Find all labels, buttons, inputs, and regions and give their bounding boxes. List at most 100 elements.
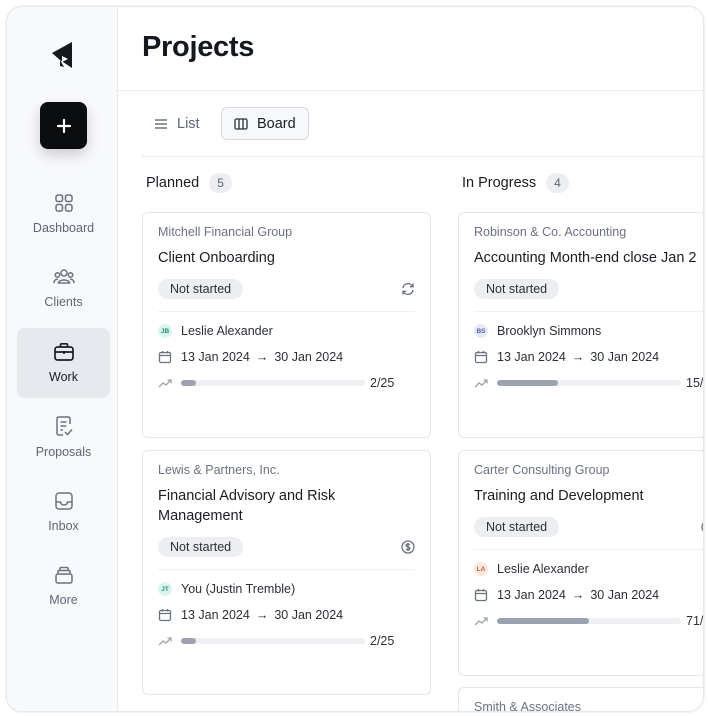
assignee-row: JT You (Justin Tremble) bbox=[158, 582, 295, 596]
progress-row: 2/25 bbox=[158, 634, 394, 648]
assignee-row: JB Leslie Alexander bbox=[158, 324, 273, 338]
card-title: Training and Development bbox=[474, 488, 644, 504]
refresh-icon[interactable] bbox=[401, 282, 415, 296]
assignee-name: Brooklyn Simmons bbox=[497, 324, 602, 338]
end-date: 30 Jan 2024 bbox=[590, 350, 660, 364]
sidebar-item-dashboard[interactable]: Dashboard bbox=[17, 179, 110, 249]
status-badge: Not started bbox=[158, 537, 244, 557]
progress-text: 71/ bbox=[686, 614, 704, 628]
status-badge: Not started bbox=[158, 279, 244, 299]
start-date: 13 Jan 2024 bbox=[181, 608, 250, 622]
document-check-icon bbox=[55, 416, 73, 436]
column-title: Planned bbox=[146, 175, 200, 191]
stack-icon bbox=[54, 566, 73, 584]
app-logo[interactable] bbox=[50, 40, 76, 70]
start-date: 13 Jan 2024 bbox=[497, 588, 566, 602]
progress-bar bbox=[497, 380, 681, 386]
progress-text: 2/25 bbox=[370, 376, 395, 390]
card-title: Client Onboarding bbox=[158, 250, 275, 266]
app-window: Dashboard Clients Work Proposals Inbox M… bbox=[6, 6, 704, 712]
start-date: 13 Jan 2024 bbox=[181, 350, 250, 364]
board-view-button[interactable]: Board bbox=[221, 107, 309, 140]
sidebar-item-inbox[interactable]: Inbox bbox=[17, 477, 110, 547]
assignee-name: Leslie Alexander bbox=[181, 324, 273, 338]
sidebar-item-more[interactable]: More bbox=[17, 551, 110, 621]
date-row: 13 Jan 2024 → 30 Jan 2024 bbox=[474, 350, 659, 364]
sidebar-item-label: Clients bbox=[44, 295, 83, 309]
trend-up-icon bbox=[474, 617, 488, 626]
project-card[interactable]: Carter Consulting Group Training and Dev… bbox=[458, 450, 704, 676]
plus-icon bbox=[56, 118, 71, 133]
assignee-name: Leslie Alexander bbox=[497, 562, 589, 576]
progress-text: 15/ bbox=[686, 376, 704, 390]
card-divider bbox=[474, 549, 703, 550]
progress-fill bbox=[497, 380, 558, 386]
project-card[interactable]: Mitchell Financial Group Client Onboardi… bbox=[142, 212, 431, 438]
list-icon bbox=[155, 118, 167, 129]
status-badge: Not started bbox=[474, 279, 560, 299]
card-client: Smith & Associates bbox=[474, 700, 581, 712]
sidebar-item-label: Inbox bbox=[48, 519, 79, 533]
arrow-right-icon: → bbox=[255, 608, 269, 622]
end-date: 30 Jan 2024 bbox=[274, 350, 344, 364]
calendar-icon bbox=[474, 351, 488, 364]
assignee-row: BS Brooklyn Simmons bbox=[474, 324, 601, 338]
card-client: Lewis & Partners, Inc. bbox=[158, 463, 280, 477]
project-card[interactable]: Robinson & Co. Accounting Accounting Mon… bbox=[458, 212, 703, 438]
card-divider bbox=[158, 311, 415, 312]
column-count: 4 bbox=[546, 173, 569, 193]
progress-row: 71/ bbox=[474, 614, 703, 628]
progress-fill bbox=[181, 380, 196, 386]
sidebar-item-clients[interactable]: Clients bbox=[17, 253, 110, 323]
assignee-row: LA Leslie Alexander bbox=[474, 562, 589, 576]
toolbar-divider bbox=[142, 156, 703, 157]
progress-text: 2/25 bbox=[370, 634, 395, 648]
progress-bar bbox=[497, 618, 681, 624]
progress-bar bbox=[181, 638, 365, 644]
card-client: Robinson & Co. Accounting bbox=[474, 225, 627, 239]
inbox-icon bbox=[54, 492, 73, 510]
main-content: Projects List Board Planned 5 Mitchell F… bbox=[118, 7, 703, 711]
avatar: JB bbox=[158, 324, 172, 338]
date-row: 13 Jan 2024 → 30 Jan 2024 bbox=[158, 350, 343, 364]
progress-row: 15/ bbox=[474, 376, 703, 390]
project-card[interactable]: Smith & Associates bbox=[458, 687, 703, 712]
status-badge: Not started bbox=[474, 517, 560, 537]
header-divider bbox=[118, 90, 703, 91]
grid-icon bbox=[54, 194, 73, 212]
project-card[interactable]: Lewis & Partners, Inc. Financial Advisor… bbox=[142, 450, 431, 695]
card-title: Financial Advisory and Risk Management bbox=[158, 488, 336, 524]
arrow-right-icon: → bbox=[255, 350, 269, 364]
end-date: 30 Jan 2024 bbox=[274, 608, 344, 622]
board-icon bbox=[234, 117, 248, 130]
arrow-right-icon: → bbox=[571, 588, 585, 602]
calendar-icon bbox=[474, 589, 488, 602]
date-row: 13 Jan 2024 → 30 Jan 2024 bbox=[474, 588, 659, 602]
end-date: 30 Jan 2024 bbox=[590, 588, 660, 602]
card-client: Mitchell Financial Group bbox=[158, 225, 293, 239]
progress-fill bbox=[181, 638, 196, 644]
new-item-button[interactable] bbox=[40, 102, 87, 149]
progress-fill bbox=[497, 618, 589, 624]
list-view-button[interactable]: List bbox=[142, 107, 212, 140]
dollar-icon[interactable] bbox=[401, 540, 415, 554]
sidebar-item-proposals[interactable]: Proposals bbox=[17, 402, 110, 472]
users-icon bbox=[52, 269, 75, 284]
column-header-in-progress: In Progress 4 bbox=[462, 173, 569, 193]
sidebar-item-label: Dashboard bbox=[32, 221, 95, 235]
card-client: Carter Consulting Group bbox=[474, 463, 610, 477]
sidebar-item-work[interactable]: Work bbox=[17, 328, 110, 398]
sidebar-item-label: Proposals bbox=[35, 445, 92, 459]
column-count: 5 bbox=[209, 173, 232, 193]
list-view-label: List bbox=[177, 115, 200, 132]
trend-up-icon bbox=[474, 379, 488, 388]
board-view-label: Board bbox=[257, 115, 296, 132]
assignee-name: You (Justin Tremble) bbox=[181, 582, 296, 596]
sidebar-item-label: More bbox=[49, 593, 78, 607]
dollar-icon[interactable] bbox=[701, 520, 704, 534]
briefcase-icon bbox=[53, 342, 74, 361]
trend-up-icon bbox=[158, 379, 172, 388]
start-date: 13 Jan 2024 bbox=[497, 350, 566, 364]
sidebar-item-label: Work bbox=[49, 370, 78, 384]
progress-bar bbox=[181, 380, 365, 386]
